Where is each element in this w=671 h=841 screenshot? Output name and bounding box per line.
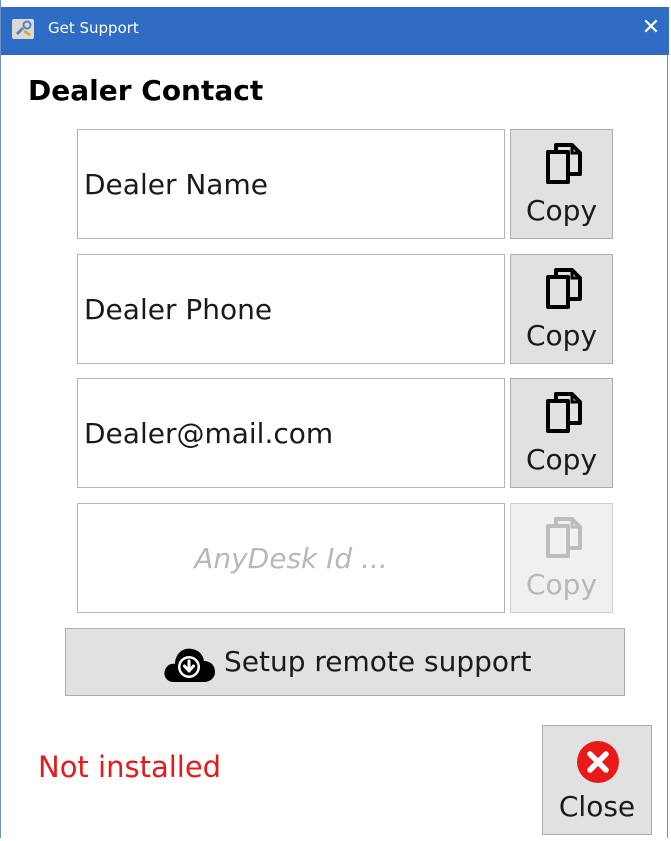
close-button[interactable]: Close <box>542 725 652 835</box>
copy-dealer-name-button[interactable]: Copy <box>510 129 613 239</box>
setup-remote-support-button[interactable]: Setup remote support <box>65 628 625 696</box>
copy-icon <box>546 143 582 184</box>
dealer-email-field[interactable]: Dealer@mail.com <box>77 378 505 488</box>
setup-remote-support-label: Setup remote support <box>224 645 532 678</box>
anydesk-id-field[interactable]: AnyDesk Id ... <box>77 503 505 613</box>
copy-label: Copy <box>525 319 598 352</box>
close-circle-icon <box>577 741 619 783</box>
cloud-download-icon <box>164 648 215 682</box>
dealer-phone-field[interactable]: Dealer Phone <box>77 254 505 364</box>
copy-icon <box>546 392 582 433</box>
copy-label: Copy <box>525 568 598 601</box>
copy-anydesk-id-button[interactable]: Copy <box>510 503 613 613</box>
get-support-window: Get Support ✕ Dealer Contact Dealer Name… <box>0 0 669 838</box>
close-x-icon: ✕ <box>641 15 661 40</box>
copy-icon <box>546 517 582 558</box>
copy-label: Copy <box>525 194 598 227</box>
copy-label: Copy <box>525 443 598 476</box>
title-bar: Get Support ✕ <box>1 0 669 55</box>
window-title: Get Support <box>48 19 139 37</box>
copy-dealer-phone-button[interactable]: Copy <box>510 254 613 364</box>
install-status-text: Not installed <box>38 750 222 784</box>
copy-dealer-email-button[interactable]: Copy <box>510 378 613 488</box>
copy-icon <box>546 268 582 309</box>
close-label: Close <box>558 790 636 823</box>
dealer-name-field[interactable]: Dealer Name <box>77 129 505 239</box>
support-tools-icon <box>12 19 34 39</box>
section-heading: Dealer Contact <box>28 74 264 107</box>
window-close-button[interactable]: ✕ <box>637 15 665 43</box>
